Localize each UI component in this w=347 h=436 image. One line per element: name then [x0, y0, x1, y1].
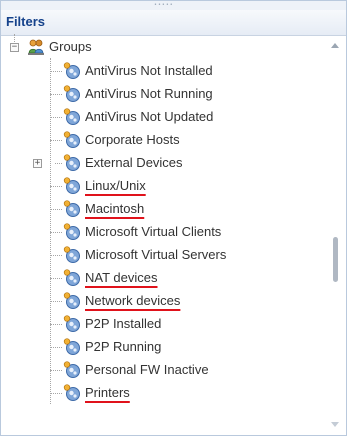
tree-item-label: AntiVirus Not Installed	[85, 63, 213, 78]
tree-item-label: NAT devices	[85, 270, 158, 285]
group-node-icon	[63, 384, 80, 401]
group-node-icon	[63, 85, 80, 102]
group-node-icon	[63, 269, 80, 286]
groups-tree: − Groups AntiVirus Not Installed AntiVir…	[1, 34, 324, 435]
tree-item[interactable]: + External Devices	[33, 152, 303, 175]
tree-branch-line	[50, 393, 62, 394]
group-node-icon	[63, 177, 80, 194]
tree-branch-line	[50, 186, 62, 187]
tree-item[interactable]: Corporate Hosts	[50, 129, 303, 152]
tree-root-label: Groups	[49, 39, 92, 54]
group-node-icon	[63, 62, 80, 79]
tree-branch-line	[50, 370, 62, 371]
tree-guide-line	[14, 34, 15, 42]
expand-toggle-icon[interactable]: +	[33, 159, 42, 168]
tree-item-label: Personal FW Inactive	[85, 362, 209, 377]
tree-item-label: P2P Installed	[85, 316, 162, 331]
tree-item[interactable]: Microsoft Virtual Servers	[50, 244, 303, 267]
tree-item[interactable]: Linux/Unix	[50, 175, 303, 198]
tree-branch-line	[50, 255, 62, 256]
tree-branch-line	[55, 163, 62, 164]
tree-item-label: P2P Running	[85, 339, 162, 354]
tree-item-label: Linux/Unix	[85, 178, 146, 193]
tree-root-groups[interactable]: − Groups	[10, 36, 227, 59]
tree-item[interactable]: Macintosh	[50, 198, 303, 221]
tree-branch-line	[50, 117, 62, 118]
group-node-icon	[63, 131, 80, 148]
tree-branch-line	[50, 71, 62, 72]
tree-item[interactable]: AntiVirus Not Running	[50, 83, 303, 106]
group-node-icon	[63, 200, 80, 217]
group-node-icon	[63, 292, 80, 309]
tree-item-label: Macintosh	[85, 201, 145, 216]
tree-item-label: Network devices	[85, 293, 181, 308]
group-node-icon	[63, 338, 80, 355]
tree-branch-line	[50, 94, 62, 95]
scroll-down-arrow-icon[interactable]	[331, 422, 339, 427]
tree-item[interactable]: Network devices	[50, 290, 303, 313]
group-node-icon	[63, 154, 80, 171]
collapse-toggle-icon[interactable]: −	[10, 43, 19, 52]
scroll-up-arrow-icon[interactable]	[331, 43, 339, 48]
tree-item[interactable]: Microsoft Virtual Clients	[50, 221, 303, 244]
tree-item-label: AntiVirus Not Running	[85, 86, 213, 101]
tree-branch-line	[50, 232, 62, 233]
tree-item-label: Corporate Hosts	[85, 132, 180, 147]
tree-item[interactable]: AntiVirus Not Updated	[50, 106, 303, 129]
tree-branch-line	[50, 140, 62, 141]
tree-item[interactable]: Personal FW Inactive	[50, 359, 303, 382]
group-node-icon	[63, 108, 80, 125]
tree-item-label: Printers	[85, 385, 130, 400]
tree-branch-line	[50, 209, 62, 210]
tree-item-label: External Devices	[85, 155, 183, 170]
tree-item[interactable]: P2P Installed	[50, 313, 303, 336]
tree-branch-line	[50, 347, 62, 348]
tree-item-label: AntiVirus Not Updated	[85, 109, 214, 124]
group-folder-icon	[28, 39, 44, 55]
group-node-icon	[63, 315, 80, 332]
tree-branch-line	[50, 324, 62, 325]
group-node-icon	[63, 361, 80, 378]
filters-panel: ••••• Filters − Groups AntiVirus Not Ins…	[0, 0, 347, 436]
tree-branch-line	[50, 301, 62, 302]
tree-item[interactable]: NAT devices	[50, 267, 303, 290]
tree-item-label: Microsoft Virtual Clients	[85, 224, 222, 239]
resize-grip[interactable]: •••••	[154, 2, 174, 8]
tree-branch-line	[50, 278, 62, 279]
scroll-thumb[interactable]	[333, 237, 338, 282]
tree-item-label: Microsoft Virtual Servers	[85, 247, 227, 262]
tree-guide-line	[50, 58, 51, 404]
group-node-icon	[63, 246, 80, 263]
panel-title: Filters	[6, 14, 46, 29]
resize-grip-bar[interactable]: •••••	[1, 1, 346, 10]
panel-header: Filters	[1, 10, 346, 36]
vertical-scrollbar[interactable]	[325, 36, 346, 435]
tree-item[interactable]: Printers	[50, 382, 303, 405]
group-node-icon	[63, 223, 80, 240]
tree-item[interactable]: P2P Running	[50, 336, 303, 359]
tree-item[interactable]: AntiVirus Not Installed	[50, 60, 303, 83]
